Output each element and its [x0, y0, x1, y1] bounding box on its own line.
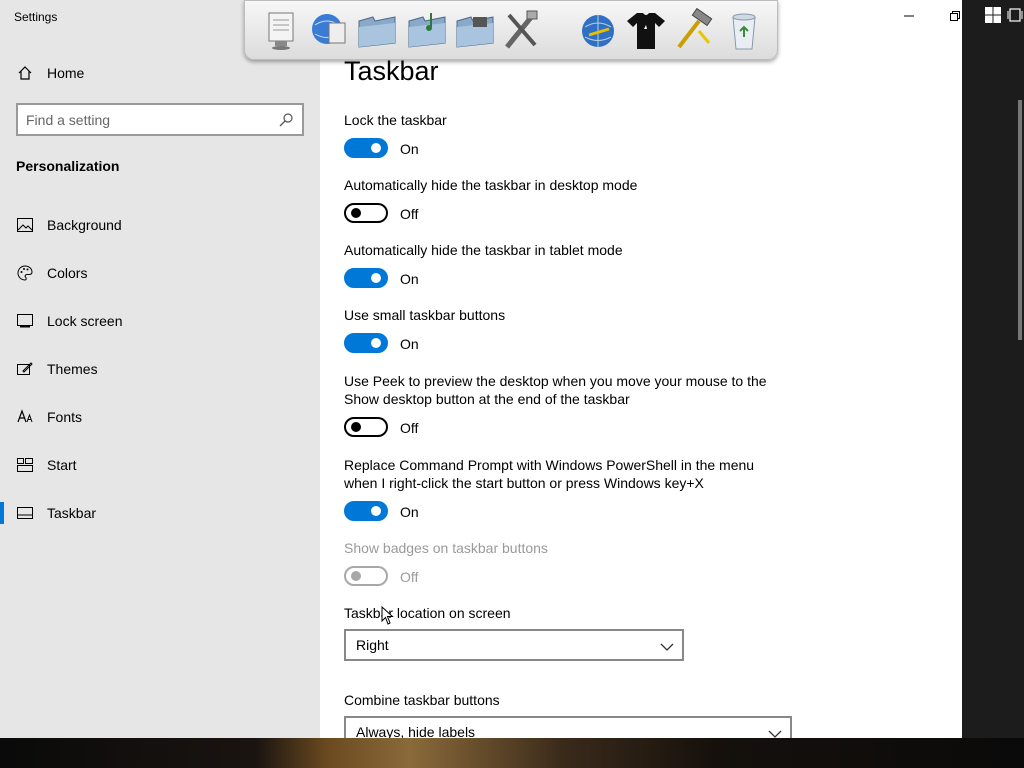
toggle-state-label: On — [400, 504, 419, 520]
globe-icon[interactable] — [575, 7, 621, 53]
start-icon — [16, 456, 34, 474]
toggle-knob — [371, 506, 381, 516]
badges-toggle — [344, 566, 388, 586]
search-icon[interactable] — [278, 112, 294, 128]
taskbar-location-dropdown[interactable]: Right — [344, 629, 684, 661]
chevron-down-icon — [660, 639, 674, 651]
sidebar-item-label: Start — [47, 457, 77, 473]
notepad-icon[interactable] — [261, 7, 307, 53]
scrollbar-thumb[interactable] — [1018, 100, 1022, 340]
mouse-cursor — [381, 605, 395, 626]
combine-buttons-dropdown[interactable]: Always, hide labels — [344, 716, 792, 738]
powershell-toggle[interactable] — [344, 501, 388, 521]
toggle-state-label: On — [400, 141, 419, 157]
lock-screen-icon — [16, 312, 34, 330]
lock-taskbar-toggle[interactable] — [344, 138, 388, 158]
taskbar-icon — [16, 504, 34, 522]
sidebar-item-label: Colors — [47, 265, 88, 281]
setting-label: Replace Command Prompt with Windows Powe… — [344, 457, 755, 491]
setting-label: Combine taskbar buttons — [344, 692, 500, 708]
folder-icon[interactable] — [453, 7, 499, 53]
autohide-desktop-toggle[interactable] — [344, 203, 388, 223]
home-label: Home — [47, 65, 85, 81]
autohide-tablet-toggle[interactable] — [344, 268, 388, 288]
sidebar-item-fonts[interactable]: Fonts — [0, 397, 320, 437]
folder-icon[interactable] — [355, 7, 401, 53]
fonts-icon — [16, 408, 34, 426]
setting-label: Show badges on taskbar buttons — [344, 540, 548, 556]
tools-icon[interactable] — [499, 7, 545, 53]
sidebar-item-lock-screen[interactable]: Lock screen — [0, 301, 320, 341]
home-icon — [16, 64, 34, 82]
hammer-icon[interactable] — [669, 7, 715, 53]
taskbar — [962, 0, 1024, 738]
music-folder-icon[interactable] — [405, 7, 451, 53]
setting-label: Use Peek to preview the desktop when you… — [344, 373, 767, 407]
sidebar-item-themes[interactable]: Themes — [0, 349, 320, 389]
sidebar: Settings Home Personalization Background — [0, 0, 320, 738]
toggle-state-label: Off — [400, 206, 419, 222]
toggle-knob — [371, 143, 381, 153]
themes-icon — [16, 360, 34, 378]
sidebar-item-label: Background — [47, 217, 122, 233]
toggle-knob — [371, 273, 381, 283]
toggle-knob — [351, 571, 361, 581]
sidebar-item-background[interactable]: Background — [0, 205, 320, 245]
image-icon — [16, 216, 34, 234]
main-content: Taskbar Lock the taskbar On Automaticall… — [320, 0, 962, 738]
toggle-state-label: On — [400, 271, 419, 287]
toggle-knob — [351, 422, 361, 432]
tshirt-icon[interactable] — [623, 7, 669, 53]
search-box[interactable] — [16, 103, 304, 136]
dropdown-value: Right — [356, 637, 389, 653]
dropdown-value: Always, hide labels — [356, 724, 476, 738]
window-title: Settings — [14, 10, 58, 24]
task-view-icon[interactable] — [1007, 6, 1024, 24]
chevron-down-icon — [768, 726, 782, 738]
section-heading: Personalization — [16, 158, 120, 174]
sidebar-item-label: Lock screen — [47, 313, 123, 329]
sidebar-item-label: Taskbar — [47, 505, 97, 521]
sidebar-item-colors[interactable]: Colors — [0, 253, 320, 293]
settings-window: Settings Home Personalization Background — [0, 0, 962, 738]
toggle-state-label: Off — [400, 569, 419, 585]
desktop-wallpaper — [0, 738, 1024, 768]
setting-label: Use small taskbar buttons — [344, 307, 506, 323]
toggle-state-label: On — [400, 336, 419, 352]
restore-button[interactable] — [944, 6, 962, 26]
dock-launcher — [244, 0, 778, 60]
setting-label: Automatically hide the taskbar in tablet… — [344, 242, 623, 258]
sidebar-item-label: Themes — [47, 361, 98, 377]
small-buttons-toggle[interactable] — [344, 333, 388, 353]
search-input[interactable] — [26, 110, 266, 130]
peek-toggle[interactable] — [344, 417, 388, 437]
toggle-state-label: Off — [400, 420, 419, 436]
minimize-button[interactable] — [898, 6, 920, 26]
sidebar-item-label: Fonts — [47, 409, 83, 425]
recycle-bin-icon[interactable] — [721, 7, 767, 53]
toggle-knob — [351, 208, 361, 218]
page-title: Taskbar — [344, 56, 439, 86]
palette-icon — [16, 264, 34, 282]
sidebar-item-taskbar[interactable]: Taskbar — [0, 493, 320, 533]
sidebar-item-start[interactable]: Start — [0, 445, 320, 485]
setting-label: Lock the taskbar — [344, 112, 447, 128]
windows-start-icon[interactable] — [984, 6, 1002, 24]
setting-label: Taskbar location on screen — [344, 605, 511, 621]
globe-document-icon[interactable] — [307, 7, 353, 53]
toggle-knob — [371, 338, 381, 348]
selection-indicator — [0, 502, 4, 524]
setting-label: Automatically hide the taskbar in deskto… — [344, 177, 638, 193]
